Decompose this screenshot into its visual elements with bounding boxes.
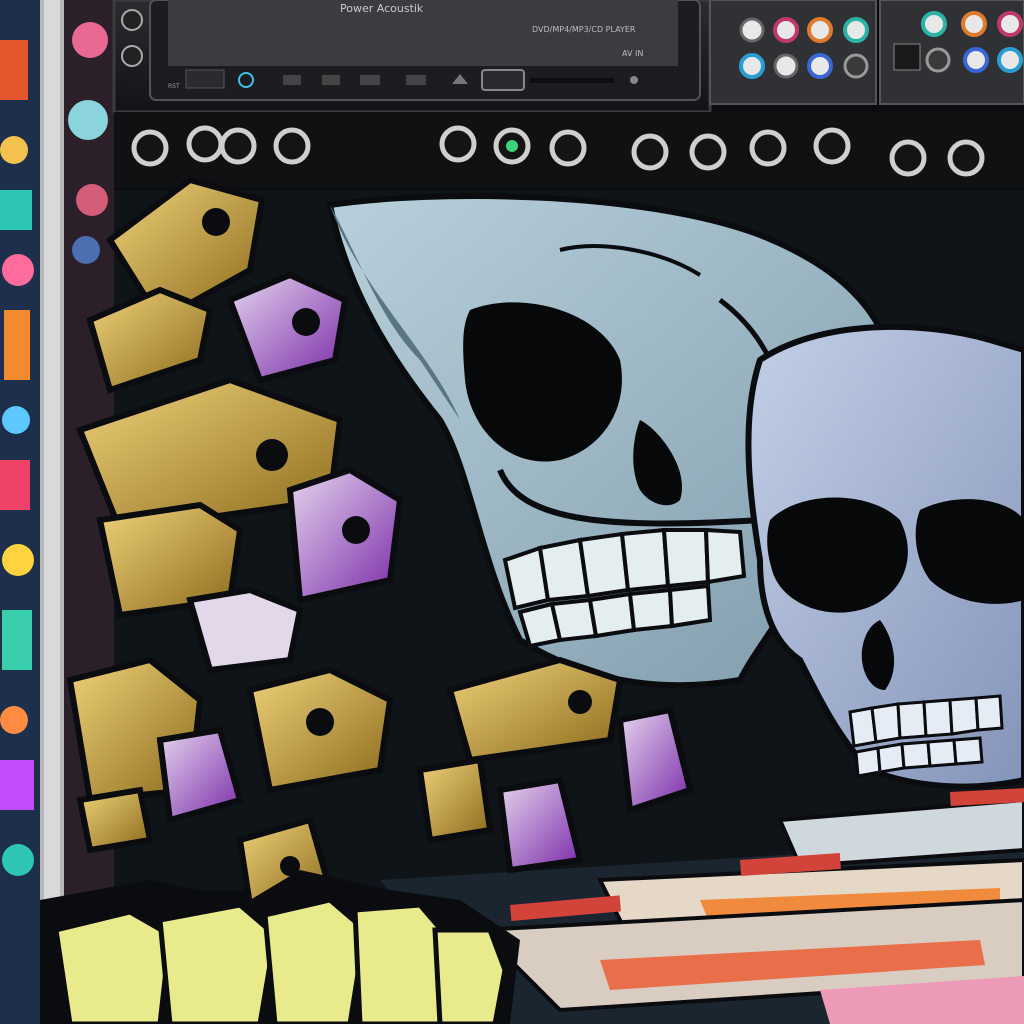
stop-icon [322, 75, 340, 85]
av-jack [630, 76, 638, 84]
disc-slot [530, 78, 614, 83]
previous-icon [360, 75, 380, 85]
car-head-unit: Power Acoustik DVD/MP4/MP3/CD PLAYER AV … [112, 0, 712, 114]
album-artwork: Power Acoustik DVD/MP4/MP3/CD PLAYER AV … [0, 0, 1024, 1024]
head-unit-format: DVD/MP4/MP3/CD PLAYER [532, 25, 636, 34]
head-unit-brand: Power Acoustik [340, 2, 424, 15]
av-connector-panel [709, 0, 1024, 105]
head-unit-input: AV IN [622, 49, 643, 58]
next-icon [406, 75, 426, 85]
usb-slot [481, 69, 525, 91]
camera-lens-icon [202, 208, 230, 236]
rca-jack-strip [114, 112, 1024, 188]
reset-label: RST [168, 83, 180, 90]
artwork-canvas: Power Acoustik DVD/MP4/MP3/CD PLAYER AV … [0, 0, 1024, 1024]
left-graffiti-border [0, 0, 114, 1024]
play-pause-icon [283, 75, 301, 85]
